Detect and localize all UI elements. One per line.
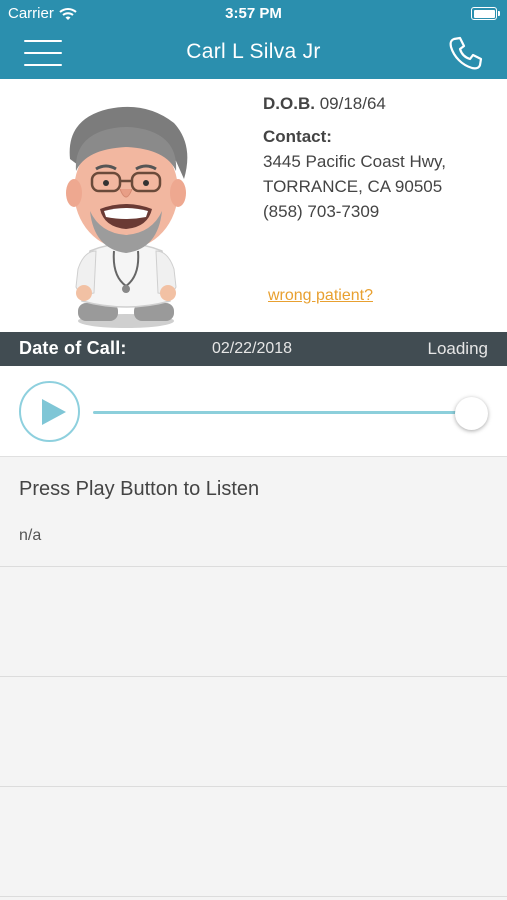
loading-status: Loading xyxy=(427,339,488,358)
play-icon xyxy=(42,399,66,425)
dob-row: D.O.B. 09/18/64 xyxy=(263,91,446,116)
list-row xyxy=(0,787,507,897)
list-row xyxy=(0,677,507,787)
list-row xyxy=(0,567,507,677)
date-of-call-bar: Date of Call: 02/22/2018 Loading xyxy=(0,332,507,366)
app-header: Carrier 3:57 PM Carl L Silva Jr xyxy=(0,0,507,79)
wrong-patient-link[interactable]: wrong patient? xyxy=(268,287,373,305)
audio-player xyxy=(0,366,507,457)
status-time: 3:57 PM xyxy=(225,5,282,22)
navigation-bar: Carl L Silva Jr xyxy=(0,28,507,79)
patient-name-title: Carl L Silva Jr xyxy=(186,40,321,63)
date-of-call-label: Date of Call: xyxy=(19,338,127,358)
date-of-call-value: 02/22/2018 xyxy=(212,340,293,357)
contact-label: Contact: xyxy=(263,127,332,146)
audio-progress-thumb[interactable] xyxy=(455,397,488,430)
dob-value: 09/18/64 xyxy=(319,94,386,113)
transcript-section: Press Play Button to Listen n/a xyxy=(0,457,507,567)
patient-avatar xyxy=(66,106,188,328)
audio-progress-track[interactable] xyxy=(93,411,473,414)
battery-icon xyxy=(471,7,500,20)
play-button[interactable] xyxy=(19,381,80,442)
status-bar: Carrier 3:57 PM xyxy=(0,0,507,28)
address-line1: 3445 Pacific Coast Hwy, xyxy=(263,152,446,171)
transcript-title: Press Play Button to Listen xyxy=(19,478,260,500)
address-line2: TORRANCE, CA 90505 xyxy=(263,177,443,196)
patient-info: D.O.B. 09/18/64 Contact: 3445 Pacific Co… xyxy=(263,91,446,224)
phone-icon[interactable] xyxy=(445,34,485,74)
dob-label: D.O.B. xyxy=(263,94,315,113)
patient-profile: D.O.B. 09/18/64 Contact: 3445 Pacific Co… xyxy=(0,79,507,332)
transcript-body: n/a xyxy=(19,527,42,544)
phone-number[interactable]: (858) 703-7309 xyxy=(263,199,446,224)
